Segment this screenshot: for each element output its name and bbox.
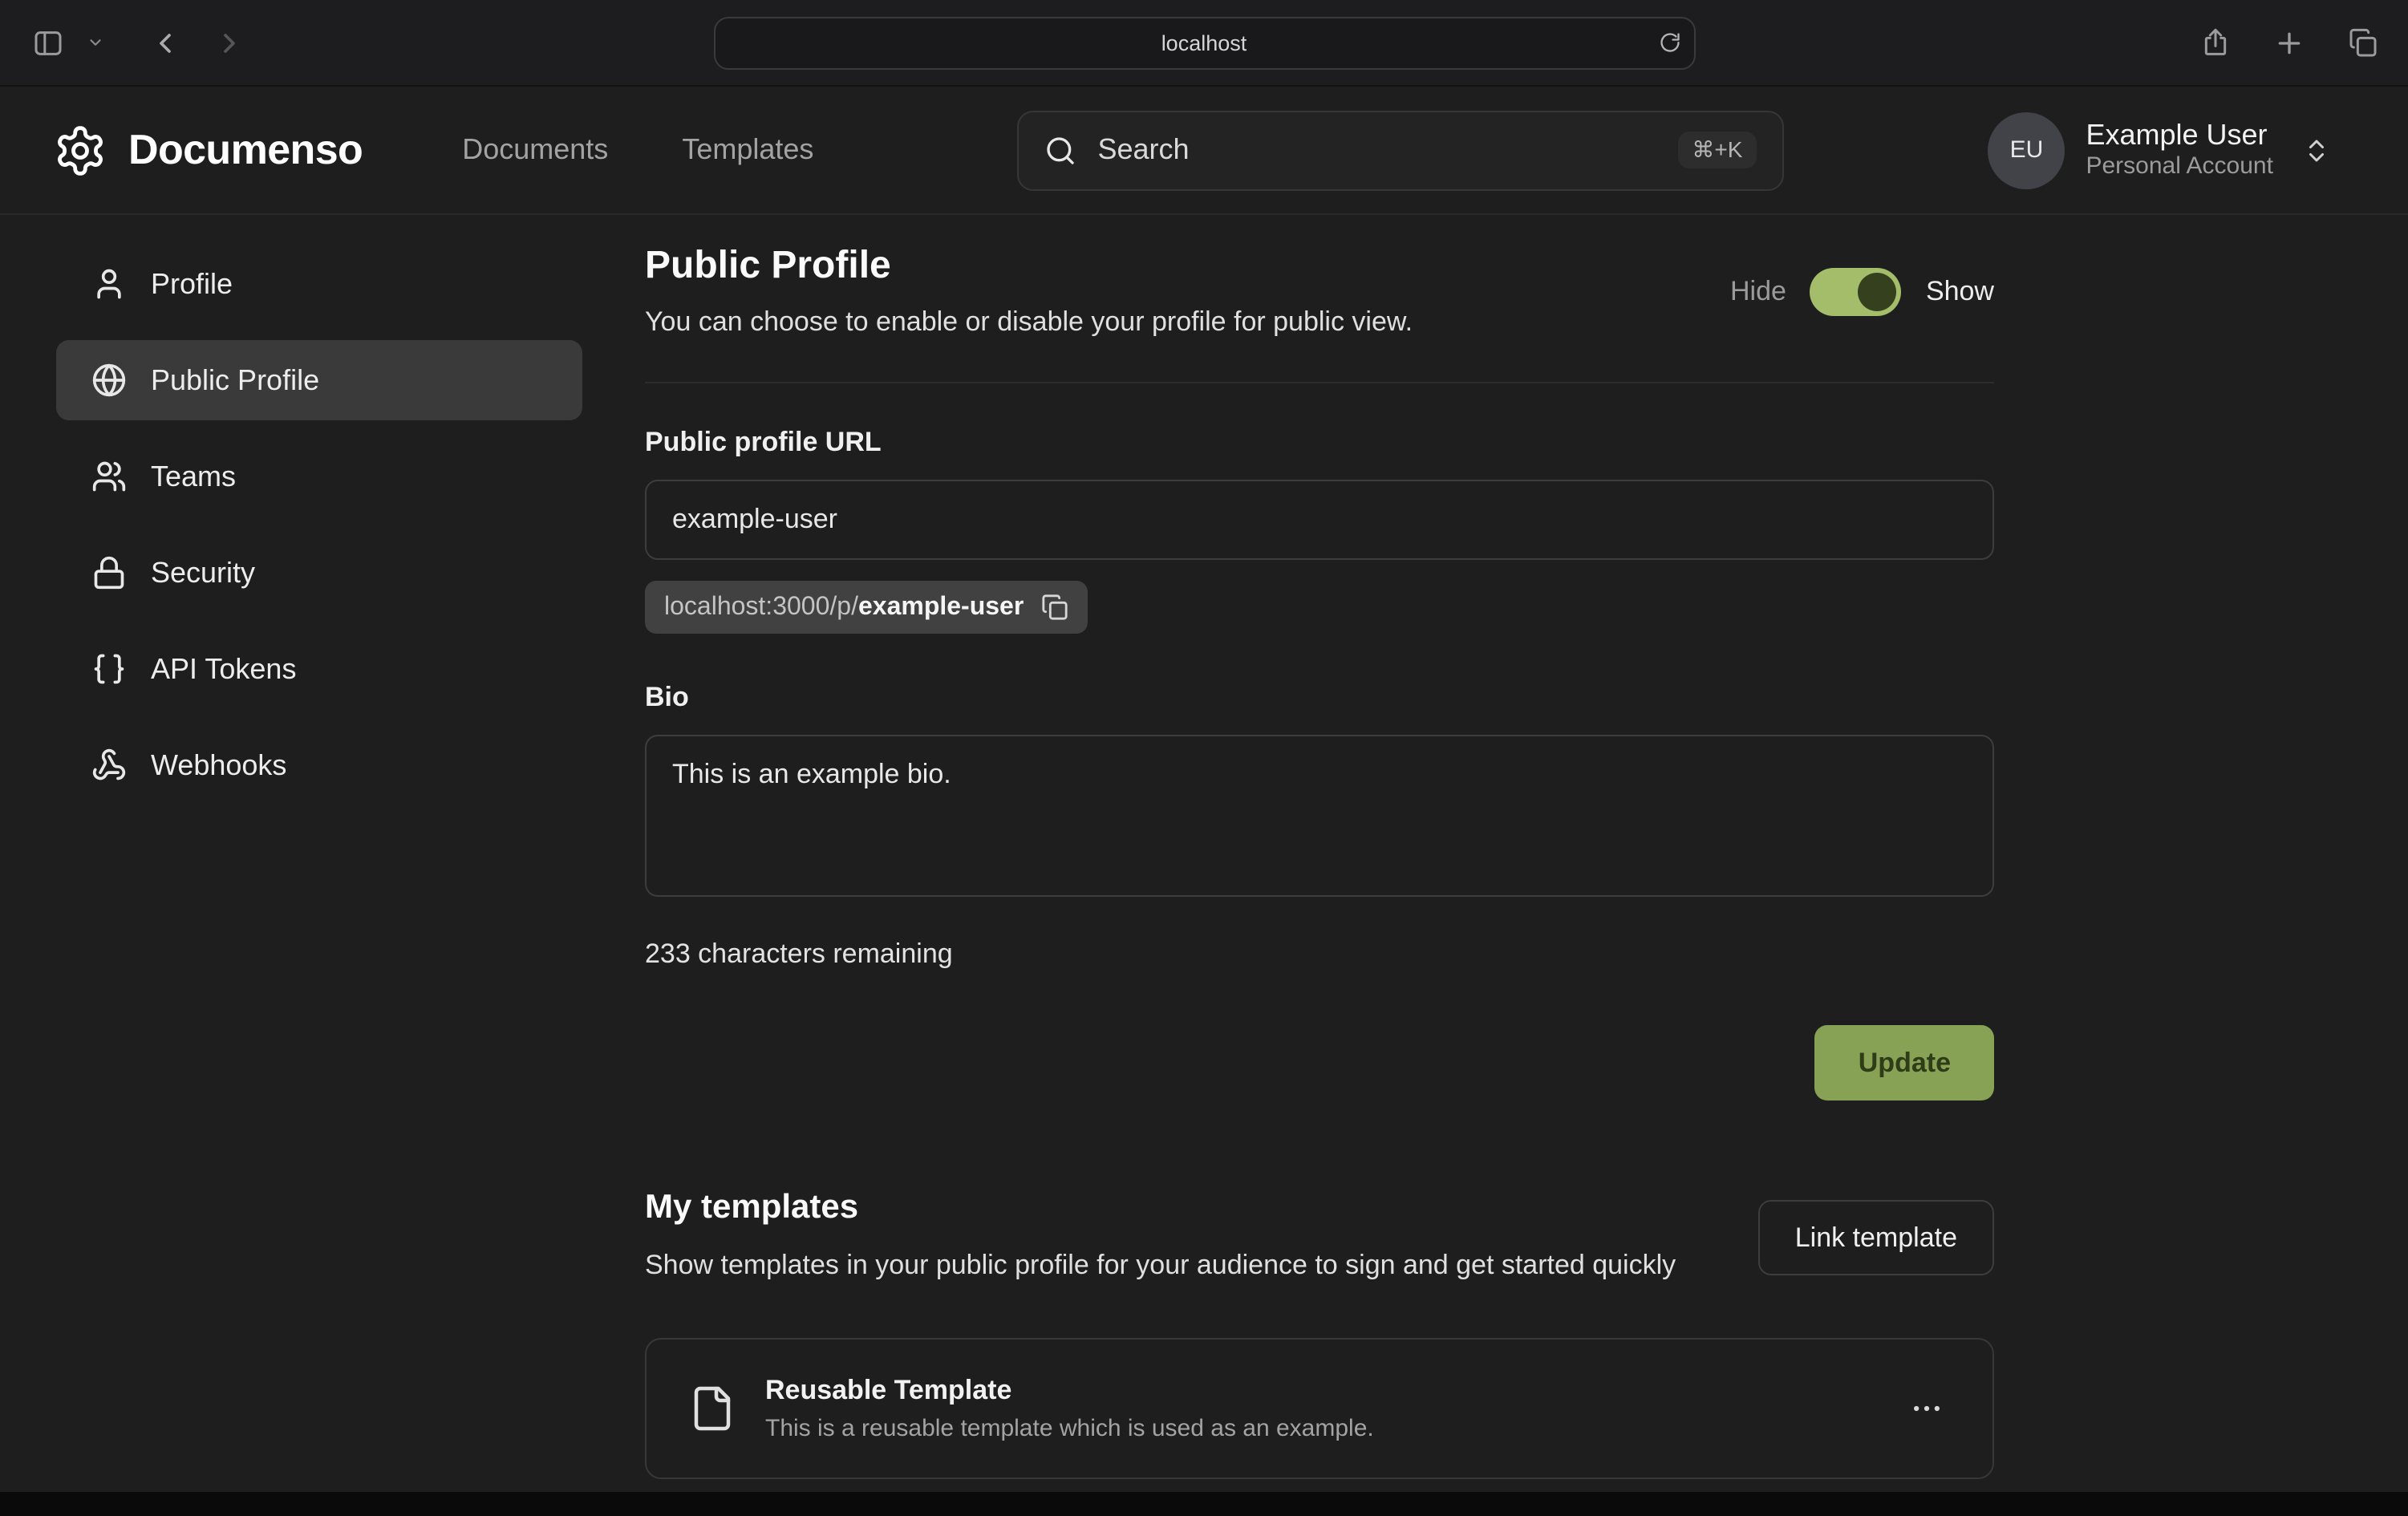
profile-url-label: Public profile URL bbox=[645, 427, 1994, 459]
brand[interactable]: Documenso bbox=[53, 123, 363, 177]
sidebar-item-security[interactable]: Security bbox=[56, 533, 582, 613]
url-bar[interactable]: localhost bbox=[713, 16, 1695, 69]
tab-overview-icon[interactable] bbox=[2341, 20, 2386, 65]
globe-icon bbox=[91, 363, 127, 398]
user-account-type: Personal Account bbox=[2086, 153, 2273, 184]
sidebar-item-label: Profile bbox=[151, 267, 233, 301]
profile-url-preview-text: localhost:3000/p/example-user bbox=[664, 593, 1024, 622]
template-description: This is a reusable template which is use… bbox=[765, 1416, 1374, 1443]
main-content: Public Profile You can choose to enable … bbox=[645, 244, 1994, 1480]
search-shortcut: ⌘+K bbox=[1677, 132, 1757, 168]
brand-name: Documenso bbox=[128, 125, 363, 175]
refresh-icon[interactable] bbox=[1652, 25, 1687, 60]
settings-sidebar: Profile Public Profile Teams Security bbox=[56, 244, 582, 1480]
search-placeholder: Search bbox=[1097, 133, 1189, 167]
user-name: Example User bbox=[2086, 117, 2273, 153]
bio-textarea[interactable]: This is an example bio. bbox=[645, 735, 1994, 897]
braces-icon bbox=[91, 651, 127, 687]
visibility-toggle-group: Hide Show bbox=[1730, 267, 1994, 315]
sidebar-item-profile[interactable]: Profile bbox=[56, 244, 582, 324]
update-button[interactable]: Update bbox=[1815, 1025, 1994, 1101]
template-name: Reusable Template bbox=[765, 1376, 1374, 1408]
new-tab-icon[interactable] bbox=[2267, 20, 2312, 65]
template-info: Reusable Template This is a reusable tem… bbox=[765, 1376, 1374, 1443]
page-subtitle: You can choose to enable or disable your… bbox=[645, 306, 1413, 338]
users-icon bbox=[91, 459, 127, 494]
profile-url-input[interactable] bbox=[645, 480, 1994, 560]
nav-documents[interactable]: Documents bbox=[462, 133, 608, 167]
sidebar-item-teams[interactable]: Teams bbox=[56, 436, 582, 517]
sidebar-item-public-profile[interactable]: Public Profile bbox=[56, 340, 582, 420]
sidebar-item-label: Teams bbox=[151, 460, 236, 493]
profile-visibility-switch[interactable] bbox=[1810, 267, 1902, 315]
my-templates-title: My templates bbox=[645, 1189, 1676, 1227]
bio-label: Bio bbox=[645, 682, 1994, 714]
documenso-logo-icon bbox=[53, 123, 107, 177]
show-label: Show bbox=[1926, 275, 1994, 307]
profile-url-preview: localhost:3000/p/example-user bbox=[645, 581, 1088, 634]
lock-icon bbox=[91, 555, 127, 590]
url-text: localhost bbox=[1161, 30, 1247, 55]
page-title: Public Profile bbox=[645, 244, 1413, 289]
file-icon bbox=[688, 1385, 736, 1433]
characters-remaining: 233 characters remaining bbox=[645, 938, 1994, 971]
browser-chrome: localhost bbox=[0, 0, 2408, 87]
sidebar-item-webhooks[interactable]: Webhooks bbox=[56, 725, 582, 805]
hide-label: Hide bbox=[1730, 275, 1786, 307]
back-icon[interactable] bbox=[143, 20, 188, 65]
webhook-icon bbox=[91, 748, 127, 783]
sidebar-item-label: Security bbox=[151, 556, 255, 590]
avatar: EU bbox=[1988, 111, 2065, 188]
ellipsis-menu-icon[interactable] bbox=[1903, 1385, 1951, 1433]
sidebar-item-label: Webhooks bbox=[151, 748, 286, 782]
main-nav: Documents Templates bbox=[462, 133, 813, 167]
user-menu[interactable]: EU Example User Personal Account bbox=[1988, 111, 2331, 188]
chevron-down-icon[interactable] bbox=[80, 27, 111, 58]
divider bbox=[645, 382, 1994, 383]
user-meta: Example User Personal Account bbox=[2086, 117, 2273, 184]
sidebar-item-api-tokens[interactable]: API Tokens bbox=[56, 629, 582, 709]
switch-knob bbox=[1859, 272, 1897, 310]
sidebar-toggle-icon[interactable] bbox=[26, 20, 71, 65]
window-bottom-strip bbox=[0, 1492, 2408, 1516]
search-icon bbox=[1044, 134, 1076, 166]
page-body: Profile Public Profile Teams Security bbox=[0, 215, 2408, 1480]
user-icon bbox=[91, 266, 127, 302]
forward-icon[interactable] bbox=[207, 20, 252, 65]
share-icon[interactable] bbox=[2193, 20, 2238, 65]
sidebar-item-label: API Tokens bbox=[151, 652, 296, 686]
nav-templates[interactable]: Templates bbox=[682, 133, 813, 167]
template-card: Reusable Template This is a reusable tem… bbox=[645, 1339, 1994, 1480]
chevrons-up-down-icon bbox=[2302, 136, 2331, 164]
browser-window: localhost Documenso Documents bbox=[0, 0, 2408, 1516]
search-input[interactable]: Search ⌘+K bbox=[1017, 110, 1784, 190]
app-header: Documenso Documents Templates Search ⌘+K… bbox=[0, 87, 2408, 215]
link-template-button[interactable]: Link template bbox=[1758, 1200, 1994, 1275]
copy-icon[interactable] bbox=[1041, 594, 1068, 621]
my-templates-description: Show templates in your public profile fo… bbox=[645, 1245, 1676, 1287]
sidebar-item-label: Public Profile bbox=[151, 363, 319, 397]
